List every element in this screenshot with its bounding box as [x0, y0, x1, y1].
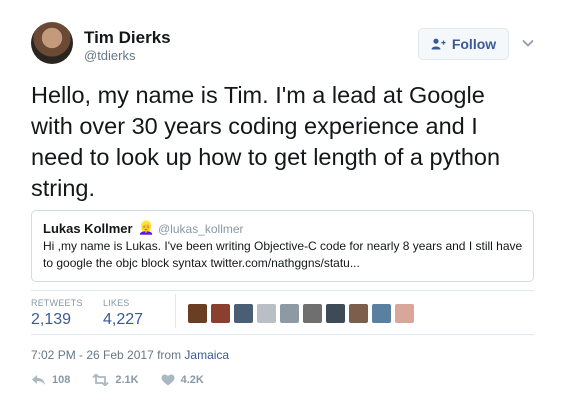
heart-icon: [161, 374, 175, 386]
liker-avatar[interactable]: [326, 304, 345, 323]
reply-button[interactable]: 108: [31, 374, 70, 386]
retweet-count: 2.1K: [115, 374, 139, 386]
quoted-author-name: Lukas Kollmer: [43, 221, 133, 236]
tweet-location[interactable]: Jamaica: [184, 348, 229, 362]
liker-avatar[interactable]: [280, 304, 299, 323]
tweet-text: Hello, my name is Tim. I'm a lead at Goo…: [31, 82, 501, 201]
author-handle[interactable]: @tdierks: [84, 48, 136, 63]
like-button[interactable]: 4.2K: [161, 374, 204, 386]
liker-avatar[interactable]: [211, 304, 230, 323]
liker-avatar[interactable]: [257, 304, 276, 323]
liker-avatar[interactable]: [349, 304, 368, 323]
author-avatar[interactable]: [31, 22, 73, 64]
liker-avatar[interactable]: [303, 304, 322, 323]
liker-avatar[interactable]: [234, 304, 253, 323]
reply-icon: [32, 375, 45, 385]
add-user-icon: [431, 38, 446, 50]
tweet-time[interactable]: 7:02 PM - 26 Feb 2017 from: [31, 348, 181, 362]
quoted-author-handle: @lukas_kollmer: [158, 222, 244, 236]
likes-label: LIKES: [103, 298, 130, 308]
quoted-tweet-text: Hi ,my name is Lukas. I've been writing …: [43, 239, 523, 270]
stats-separator: [175, 294, 176, 328]
retweet-icon: [92, 374, 109, 386]
likes-count[interactable]: 4,227: [103, 311, 143, 329]
likers-avatars: [188, 304, 414, 323]
liker-avatar[interactable]: [395, 304, 414, 323]
person-emoji-icon: 👱‍♀️: [138, 220, 155, 235]
retweets-label: RETWEETS: [31, 298, 83, 308]
tweet-actions: 108 2.1K 4.2K: [31, 374, 226, 386]
author-name[interactable]: Tim Dierks: [84, 28, 171, 48]
follow-button[interactable]: Follow: [418, 28, 509, 60]
retweets-count[interactable]: 2,139: [31, 311, 71, 329]
tweet-timestamp: 7:02 PM - 26 Feb 2017 from Jamaica: [31, 348, 229, 362]
retweet-button[interactable]: 2.1K: [92, 374, 139, 386]
follow-label: Follow: [451, 36, 497, 52]
like-count: 4.2K: [180, 374, 204, 386]
divider: [31, 290, 534, 291]
chevron-down-icon[interactable]: [521, 36, 535, 50]
quoted-tweet[interactable]: Lukas Kollmer 👱‍♀️ @lukas_kollmer Hi ,my…: [31, 210, 534, 282]
liker-avatar[interactable]: [188, 304, 207, 323]
divider: [31, 334, 534, 335]
liker-avatar[interactable]: [372, 304, 391, 323]
reply-count: 108: [52, 374, 71, 386]
